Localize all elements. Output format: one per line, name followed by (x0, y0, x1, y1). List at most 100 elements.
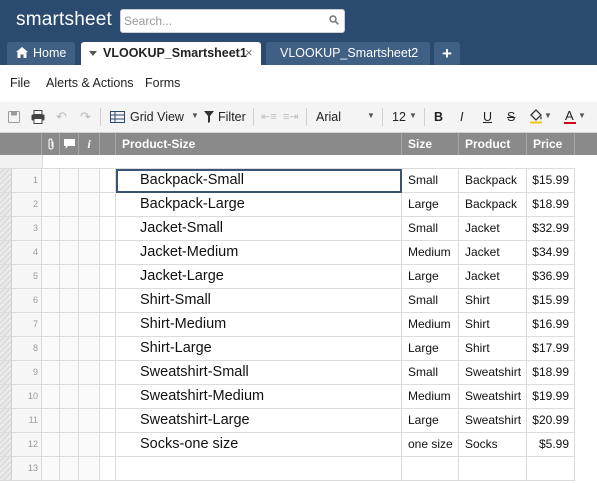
price-cell[interactable]: $36.99 (527, 265, 575, 289)
drag-handle[interactable] (0, 217, 12, 241)
product-size-cell[interactable]: Jacket-Small (116, 217, 402, 241)
comment-cell[interactable] (60, 217, 79, 241)
chevron-down-icon[interactable] (89, 51, 97, 56)
search-icon[interactable] (329, 15, 339, 25)
product-size-cell[interactable]: Backpack-Large (116, 193, 402, 217)
info-cell[interactable] (79, 337, 100, 361)
indent-icon[interactable]: ≡⇥ (283, 110, 299, 126)
price-cell[interactable]: $17.99 (527, 337, 575, 361)
info-cell[interactable] (79, 409, 100, 433)
comment-cell[interactable] (60, 313, 79, 337)
product-size-cell[interactable]: Jacket-Medium (116, 241, 402, 265)
price-cell[interactable]: $15.99 (527, 169, 575, 193)
tab-home[interactable]: Home (7, 42, 75, 65)
info-cell[interactable] (79, 265, 100, 289)
comment-cell[interactable] (60, 433, 79, 457)
comment-cell[interactable] (60, 265, 79, 289)
table-row[interactable]: 12 Socks-one size one size Socks $5.99 (0, 433, 575, 457)
attachment-cell[interactable] (42, 385, 60, 409)
info-cell[interactable] (79, 433, 100, 457)
table-row[interactable]: 7 Shirt-Medium Medium Shirt $16.99 (0, 313, 575, 337)
table-row[interactable]: 4 Jacket-Medium Medium Jacket $34.99 (0, 241, 575, 265)
table-row[interactable]: 2 Backpack-Large Large Backpack $18.99 (0, 193, 575, 217)
price-cell[interactable]: $32.99 (527, 217, 575, 241)
drag-handle[interactable] (0, 457, 12, 481)
drag-handle[interactable] (0, 409, 12, 433)
price-cell[interactable]: $34.99 (527, 241, 575, 265)
text-color-button[interactable]: A ▼ (563, 102, 591, 132)
attachments-column-header[interactable] (42, 133, 60, 155)
product-cell[interactable]: Sweatshirt (459, 361, 527, 385)
menu-forms[interactable]: Forms (145, 76, 180, 90)
size-cell[interactable]: Small (402, 289, 459, 313)
underline-button[interactable]: U (483, 110, 492, 126)
comments-column-header[interactable] (60, 133, 79, 155)
product-size-cell[interactable]: Shirt-Medium (116, 313, 402, 337)
product-cell[interactable]: Backpack (459, 193, 527, 217)
bold-button[interactable]: B (434, 110, 443, 126)
product-cell[interactable]: Sweatshirt (459, 409, 527, 433)
table-row[interactable]: 3 Jacket-Small Small Jacket $32.99 (0, 217, 575, 241)
size-cell[interactable] (402, 457, 459, 481)
attachment-cell[interactable] (42, 217, 60, 241)
attachment-cell[interactable] (42, 313, 60, 337)
drag-handle[interactable] (0, 433, 12, 457)
product-column-header[interactable]: Product (459, 133, 527, 155)
info-cell[interactable] (79, 193, 100, 217)
size-cell[interactable]: Medium (402, 313, 459, 337)
add-tab-button[interactable]: + (434, 42, 460, 65)
tab-vlookup-smartsheet1[interactable]: VLOOKUP_Smartsheet1 × (81, 42, 261, 65)
product-size-cell[interactable]: Socks-one size (116, 433, 402, 457)
drag-handle[interactable] (0, 169, 12, 193)
table-row[interactable]: 5 Jacket-Large Large Jacket $36.99 (0, 265, 575, 289)
drag-handle[interactable] (0, 361, 12, 385)
price-cell[interactable]: $19.99 (527, 385, 575, 409)
size-cell[interactable]: Large (402, 337, 459, 361)
table-row[interactable]: 6 Shirt-Small Small Shirt $15.99 (0, 289, 575, 313)
drag-handle[interactable] (0, 289, 12, 313)
product-cell[interactable]: Socks (459, 433, 527, 457)
product-cell[interactable]: Jacket (459, 265, 527, 289)
attachment-cell[interactable] (42, 265, 60, 289)
print-icon[interactable] (31, 110, 45, 124)
table-row[interactable]: 11 Sweatshirt-Large Large Sweatshirt $20.99 (0, 409, 575, 433)
attachment-cell[interactable] (42, 337, 60, 361)
size-cell[interactable]: Medium (402, 241, 459, 265)
attachment-cell[interactable] (42, 361, 60, 385)
comment-cell[interactable] (60, 241, 79, 265)
info-column-header[interactable]: i (79, 133, 100, 155)
search-input[interactable] (124, 12, 319, 30)
product-cell[interactable]: Shirt (459, 337, 527, 361)
comment-cell[interactable] (60, 457, 79, 481)
size-cell[interactable]: Small (402, 217, 459, 241)
info-cell[interactable] (79, 169, 100, 193)
search-box[interactable] (120, 9, 345, 33)
info-cell[interactable] (79, 241, 100, 265)
attachment-cell[interactable] (42, 409, 60, 433)
italic-button[interactable]: I (460, 110, 463, 126)
attachment-cell[interactable] (42, 289, 60, 313)
product-cell[interactable]: Jacket (459, 241, 527, 265)
attachment-cell[interactable] (42, 169, 60, 193)
table-row[interactable]: 8 Shirt-Large Large Shirt $17.99 (0, 337, 575, 361)
info-cell[interactable] (79, 313, 100, 337)
attachment-cell[interactable] (42, 457, 60, 481)
product-cell[interactable]: Shirt (459, 289, 527, 313)
price-cell[interactable]: $5.99 (527, 433, 575, 457)
size-cell[interactable]: Medium (402, 385, 459, 409)
attachment-cell[interactable] (42, 241, 60, 265)
size-cell[interactable]: one size (402, 433, 459, 457)
outdent-icon[interactable]: ⇤≡ (261, 110, 277, 126)
size-cell[interactable]: Small (402, 361, 459, 385)
table-row[interactable]: 13 (0, 457, 575, 481)
fill-color-button[interactable]: ▼ (529, 102, 555, 132)
drag-handle[interactable] (0, 241, 12, 265)
undo-icon[interactable]: ↶ (56, 109, 67, 125)
product-size-column-header[interactable]: Product-Size (116, 133, 402, 155)
size-column-header[interactable]: Size (402, 133, 459, 155)
font-family-dropdown[interactable]: Arial ▼ (316, 102, 376, 132)
comment-cell[interactable] (60, 361, 79, 385)
product-cell[interactable] (459, 457, 527, 481)
attachment-cell[interactable] (42, 193, 60, 217)
price-cell[interactable]: $18.99 (527, 193, 575, 217)
